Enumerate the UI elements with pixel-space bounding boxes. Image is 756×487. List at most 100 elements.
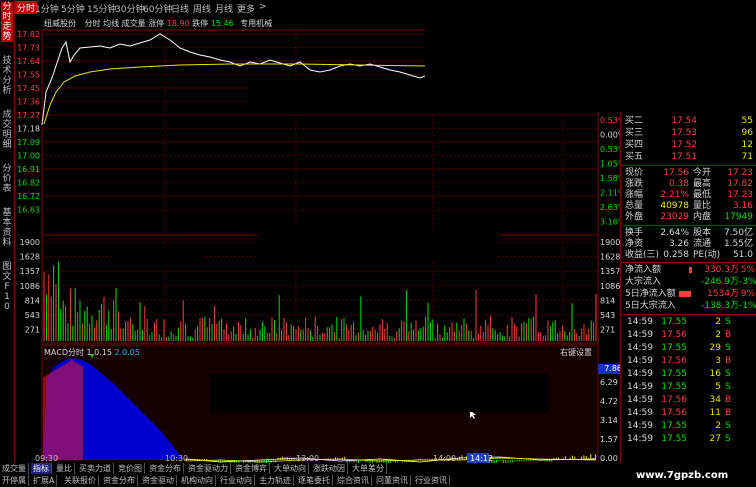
period-tab[interactable]: 月线 bbox=[215, 2, 233, 15]
tick-direction: B bbox=[725, 356, 732, 366]
time-tick: 10:30 bbox=[165, 454, 188, 463]
vol-tick-right: 543 bbox=[600, 311, 615, 320]
tick-volume: 2 bbox=[715, 330, 721, 340]
bottom-tab[interactable]: 指标 bbox=[31, 463, 52, 474]
price-tick: 17.27 bbox=[17, 111, 40, 120]
quote-value: 3.16 bbox=[732, 201, 753, 211]
quote-row: 总量 40978 量比 3.16 bbox=[621, 201, 756, 212]
tick-volume: 34 bbox=[709, 395, 721, 405]
tick-price: 17.56 bbox=[661, 356, 687, 366]
bottom-tab[interactable]: 竞价图 bbox=[116, 463, 145, 474]
period-tab[interactable]: 分时 bbox=[15, 1, 38, 14]
quote-label: 最高 bbox=[693, 179, 712, 189]
price-tick: 16.63 bbox=[17, 206, 40, 215]
bottom-tab[interactable]: 开停属 bbox=[0, 475, 29, 486]
limit-up-value: 18.90 bbox=[166, 19, 190, 28]
tick-row: 14:59 17.56 11 B bbox=[621, 408, 756, 419]
bottom-tab[interactable]: 成交量 bbox=[0, 463, 29, 474]
vol-tick: 1086 bbox=[20, 282, 40, 291]
left-tab[interactable]: 图文F10 bbox=[1, 262, 13, 312]
stat-value: 2.64% bbox=[660, 228, 689, 238]
macd-label: MACD分时 bbox=[44, 348, 84, 357]
flow-row: 5日大宗流入 -138.3万 -1% bbox=[621, 301, 756, 312]
bottom-tab[interactable]: 关联报价 bbox=[62, 475, 99, 486]
period-tab[interactable]: 5分钟 bbox=[61, 2, 85, 15]
right-click-settings[interactable]: 右键设置 bbox=[560, 347, 592, 358]
tick-row: 14:59 17.56 3 B bbox=[621, 356, 756, 367]
vol-tick-right: 1900 bbox=[600, 238, 620, 247]
tick-time: 14:59 bbox=[627, 395, 653, 405]
bid-volume: 55 bbox=[741, 116, 753, 126]
vol-tick-right: 1357 bbox=[600, 267, 620, 276]
left-tab[interactable]: 技术分析 bbox=[1, 56, 13, 96]
left-tab[interactable]: 分价表 bbox=[1, 164, 13, 194]
quote-label: 今开 bbox=[693, 168, 712, 178]
vol-tick: 1628 bbox=[20, 253, 40, 262]
period-tab[interactable]: 日线 bbox=[171, 2, 189, 15]
tick-direction: B bbox=[725, 408, 732, 418]
bottom-tab[interactable]: 行业动向 bbox=[218, 475, 255, 486]
board-label: 专用机械 bbox=[240, 19, 273, 28]
bottom-tab[interactable]: 主力轨迹 bbox=[257, 475, 294, 486]
bottom-tab[interactable]: 综合资讯 bbox=[335, 475, 372, 486]
limit-up-label: 涨停 bbox=[148, 19, 165, 28]
mode-label: 分时 bbox=[84, 19, 101, 28]
divider bbox=[621, 262, 756, 263]
bid-label: 买四 bbox=[625, 140, 644, 150]
bottom-tab[interactable]: 问董资讯 bbox=[374, 475, 411, 486]
limit-down-value: 15.46 bbox=[210, 19, 234, 28]
period-tab[interactable]: > bbox=[259, 2, 267, 12]
bottom-tab[interactable]: 买卖力道 bbox=[77, 463, 114, 474]
price-tick: 17.18 bbox=[17, 125, 40, 134]
stat-value: 3.26 bbox=[668, 239, 689, 249]
bottom-tab[interactable]: 资金分布 bbox=[147, 463, 184, 474]
period-tab[interactable]: 更多 bbox=[237, 2, 255, 15]
bid-label: 买二 bbox=[625, 116, 644, 126]
stat-label: 股本 bbox=[693, 228, 712, 238]
tick-price: 17.56 bbox=[661, 408, 687, 418]
stat-row: 净资 3.26 流通 1.55亿 bbox=[621, 239, 756, 250]
tick-row: 14:59 17.56 34 B bbox=[621, 395, 756, 406]
bid-price: 17.53 bbox=[671, 128, 697, 138]
period-tab[interactable]: 1分钟 bbox=[35, 2, 59, 15]
quote-label: 量比 bbox=[693, 201, 712, 211]
bottom-tab[interactable]: 逐笔委托 bbox=[296, 475, 333, 486]
left-tab[interactable]: 分时走势 bbox=[1, 2, 13, 42]
quote-panel: 买二 17.54 55 买三 17.53 96 买四 17.52 12 买五 17.51 71 现价 17… bbox=[620, 112, 756, 462]
bid-label: 买三 bbox=[625, 128, 644, 138]
bottom-tab[interactable]: 机构动向 bbox=[179, 475, 216, 486]
divider bbox=[621, 165, 756, 166]
bottom-tab[interactable]: 资金驱动 bbox=[140, 475, 177, 486]
quote-label: 现价 bbox=[625, 168, 644, 178]
vol-tick-right: 814 bbox=[600, 296, 615, 305]
period-tab[interactable]: 周线 bbox=[193, 2, 211, 15]
quote-row: 涨跌 0.38 最高 17.82 bbox=[621, 179, 756, 190]
left-tab[interactable]: 基本资料 bbox=[1, 208, 13, 248]
bottom-tab[interactable]: 资金驱动力 bbox=[186, 463, 231, 474]
left-tab[interactable]: 成交明细 bbox=[1, 110, 13, 150]
bottom-tab[interactable]: 大单差分 bbox=[350, 463, 387, 474]
time-tick: 14:00 bbox=[433, 454, 456, 463]
bottom-tab[interactable]: 大单动向 bbox=[272, 463, 309, 474]
bottom-tab[interactable]: 资金分布 bbox=[101, 475, 138, 486]
volume-bars bbox=[43, 261, 597, 341]
volume-label: 成交量 bbox=[121, 19, 146, 28]
tick-direction: S bbox=[725, 369, 731, 379]
dif-value: 1.0.15 bbox=[86, 348, 112, 357]
period-tab[interactable]: 60分钟 bbox=[143, 2, 172, 15]
price-tick: 17.55 bbox=[17, 71, 40, 80]
period-tab[interactable]: 15分钟 bbox=[87, 2, 116, 15]
tick-time: 14:59 bbox=[627, 356, 653, 366]
time-tick: 14:12 bbox=[470, 454, 493, 463]
bid-price: 17.51 bbox=[671, 152, 697, 162]
tick-price: 17.55 bbox=[661, 421, 687, 431]
bottom-tab[interactable]: 行业资讯 bbox=[413, 475, 450, 486]
stat-value: 51.0 bbox=[732, 250, 753, 260]
bottom-tab[interactable]: 量比 bbox=[54, 463, 75, 474]
bottom-tab[interactable]: 涨跌动因 bbox=[311, 463, 348, 474]
bottom-tab[interactable]: 资金博弈 bbox=[233, 463, 270, 474]
period-tab[interactable]: 30分钟 bbox=[115, 2, 144, 15]
flow-bar bbox=[689, 267, 692, 273]
bottom-tab[interactable]: 扩展A bbox=[31, 475, 58, 486]
stat-label: 换手 bbox=[625, 228, 644, 238]
